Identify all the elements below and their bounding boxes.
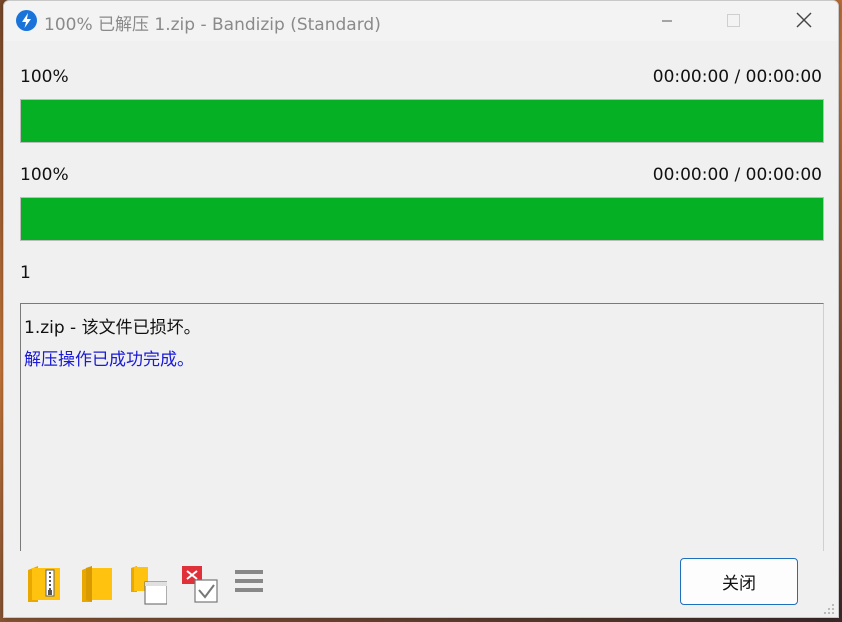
- file-progress-fill: [21, 198, 823, 240]
- close-button[interactable]: 关闭: [680, 558, 798, 605]
- resize-grip[interactable]: [822, 601, 836, 615]
- log-box[interactable]: 1.zip - 该文件已损坏。 解压操作已成功完成。: [20, 303, 824, 551]
- file-progress-time: 00:00:00 / 00:00:00: [652, 165, 822, 185]
- bandizip-app-icon: [16, 10, 37, 31]
- window-close-button[interactable]: [779, 1, 825, 41]
- resize-grip-icon: [824, 604, 834, 614]
- zip-folder-icon[interactable]: [24, 562, 64, 606]
- close-on-finish-icon[interactable]: [179, 562, 219, 606]
- close-icon: [796, 12, 812, 28]
- total-progress-fill: [21, 100, 823, 142]
- file-count: 1: [20, 263, 31, 283]
- maximize-button[interactable]: [710, 1, 756, 41]
- open-folder-icon[interactable]: [76, 562, 116, 606]
- file-progress-bar: [20, 197, 824, 241]
- menu-icon[interactable]: [231, 562, 271, 606]
- bandizip-window: 100% 已解压 1.zip - Bandizip (Standard) 100…: [3, 0, 839, 618]
- log-line-error: 1.zip - 该文件已损坏。: [24, 318, 201, 338]
- file-progress-percent: 100%: [20, 165, 69, 185]
- total-progress-percent: 100%: [20, 67, 69, 87]
- maximize-icon: [727, 14, 740, 27]
- minimize-icon: [662, 20, 672, 22]
- log-line-success: 解压操作已成功完成。: [24, 350, 194, 370]
- title-bar[interactable]: 100% 已解压 1.zip - Bandizip (Standard): [4, 1, 838, 41]
- total-progress-bar: [20, 99, 824, 143]
- total-progress-time: 00:00:00 / 00:00:00: [652, 67, 822, 87]
- window-title: 100% 已解压 1.zip - Bandizip (Standard): [44, 15, 381, 35]
- minimize-button[interactable]: [644, 1, 690, 41]
- copy-window-icon[interactable]: [127, 562, 168, 606]
